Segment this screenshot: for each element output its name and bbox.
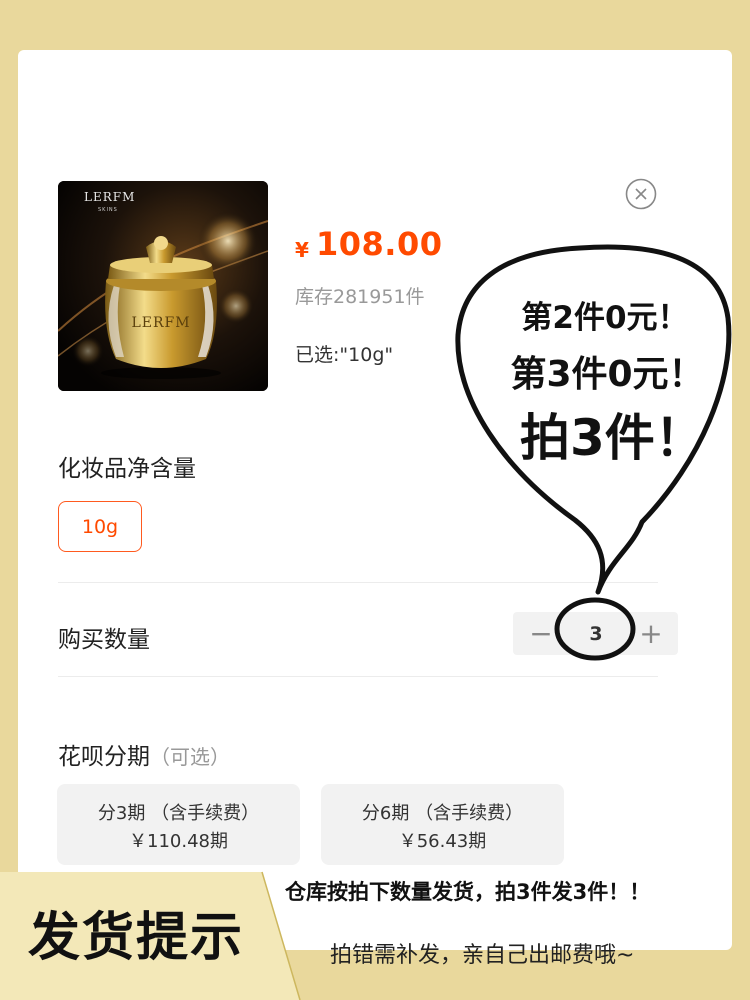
promo-speech-bubble: [455, 244, 732, 661]
footer-title: 发货提示: [28, 908, 245, 968]
quantity-highlight-circle: [554, 597, 636, 661]
shipping-notice: 仓库按拍下数量发货，拍3件发3件！！: [285, 880, 651, 904]
footer-subtitle: 拍错需补发，亲自己出邮费哦~: [330, 943, 635, 968]
promo-line-3: 拍3件！: [520, 409, 705, 467]
promo-line-1: 第2件0元！: [521, 300, 689, 336]
promo-line-2: 第3件0元！: [510, 354, 705, 395]
